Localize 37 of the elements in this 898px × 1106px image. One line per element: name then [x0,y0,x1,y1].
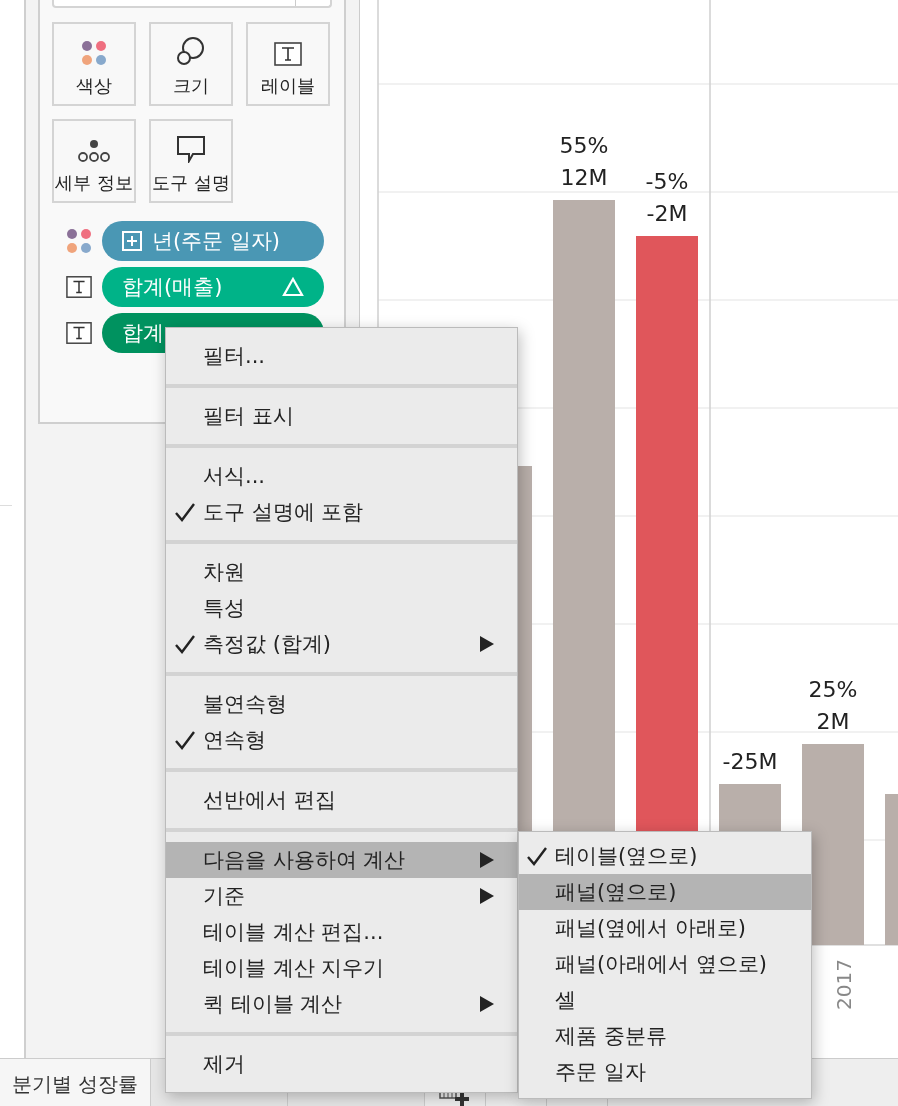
menu-item[interactable]: 필터 표시 [166,398,517,434]
menu-item[interactable]: 선반에서 편집 [166,782,517,818]
menu-item[interactable]: 제거 [166,1046,517,1082]
menu-item[interactable]: 다음을 사용하여 계산 [166,842,517,878]
menu-item[interactable]: 패널(옆으로) [519,874,811,910]
menu-item[interactable]: 도구 설명에 포함 [166,494,517,530]
menu-item[interactable]: 테이블 계산 지우기 [166,950,517,986]
data-label: -5% [645,168,689,197]
menu-item[interactable]: 퀵 테이블 계산 [166,986,517,1022]
menu-item[interactable]: 필터... [166,338,517,374]
menu-item[interactable]: 측정값 (합계) [166,626,517,662]
marks-button[interactable]: 크기 [148,22,233,106]
marks-button[interactable]: 도구 설명 [148,119,233,203]
menu-item[interactable]: 연속형 [166,722,517,758]
sheet-tab[interactable]: 분기별 성장률 [0,1059,152,1106]
data-label: 25% [808,675,858,704]
data-label: 55% [559,132,609,161]
menu-item[interactable]: 불연속형 [166,686,517,722]
marks-button[interactable]: 레이블 [245,22,330,106]
menu-item[interactable]: 서식... [166,458,517,494]
marks-button[interactable]: 색상 [51,22,136,106]
menu-item[interactable]: 제품 중분류 [519,1018,811,1054]
axis-label: 2017 [832,959,856,1010]
data-label: 2M [816,707,850,736]
menu-item[interactable]: 테이블 계산 편집... [166,914,517,950]
menu-item[interactable]: 주문 일자 [519,1054,811,1090]
marks-button[interactable]: 세부 정보 [51,119,136,203]
menu-item[interactable]: 셀 [519,982,811,1018]
menu-item[interactable]: 패널(아래에서 옆으로) [519,946,811,982]
menu-item[interactable]: 차원 [166,554,517,590]
menu-item[interactable]: 기준 [166,878,517,914]
menu-item[interactable]: 특성 [166,590,517,626]
data-label: 12M [560,164,608,193]
data-label: -2M [646,200,688,229]
data-label: -25M [722,748,778,777]
menu-item[interactable]: 테이블(옆으로) [519,838,811,874]
menu-item[interactable]: 패널(옆에서 아래로) [519,910,811,946]
